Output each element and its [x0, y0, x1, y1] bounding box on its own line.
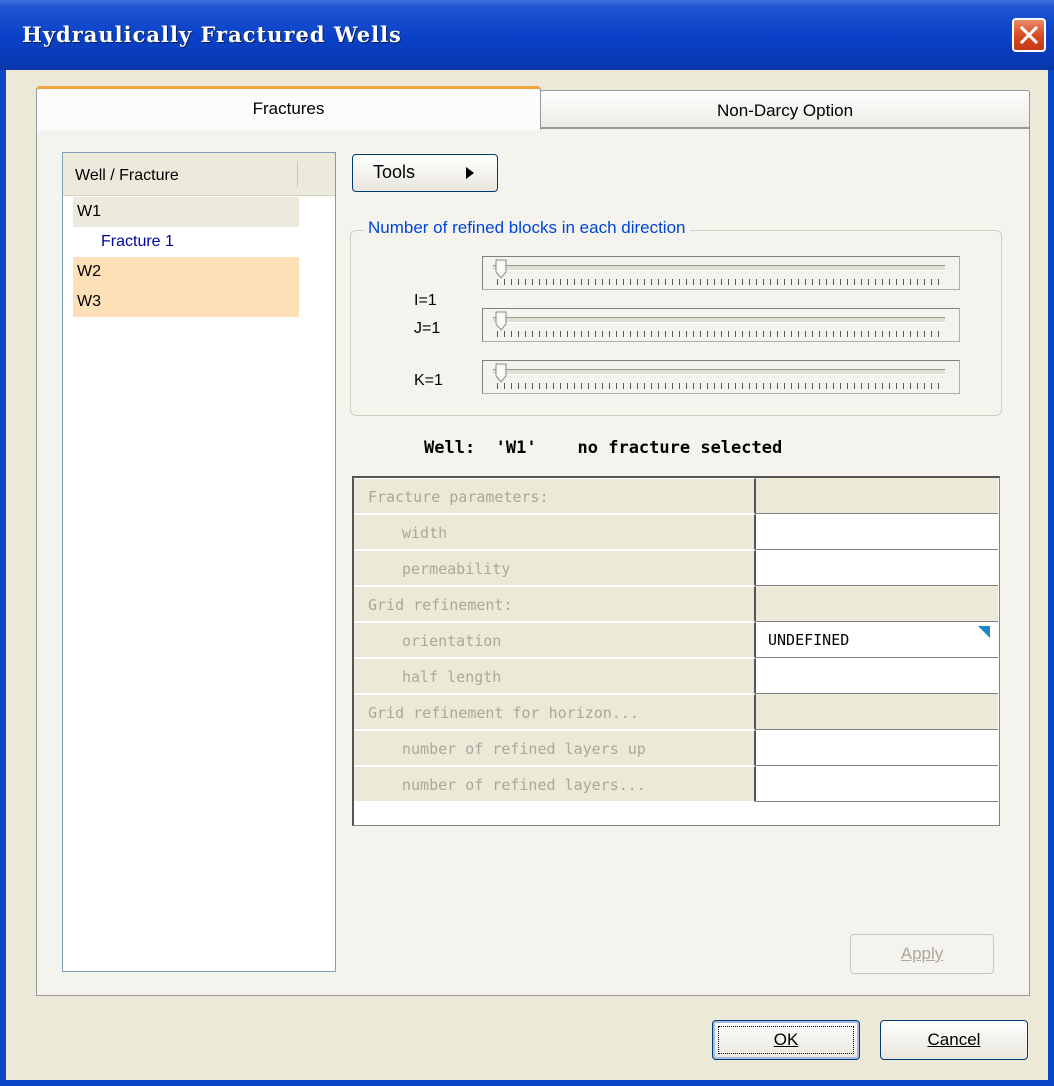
grid-row[interactable]: number of refined layers... [354, 766, 998, 802]
slider-ticks [497, 279, 945, 285]
width-value[interactable] [756, 514, 998, 550]
tools-button[interactable]: Tools [352, 154, 498, 192]
window-frame-left [0, 70, 6, 1086]
apply-button-label: Apply [900, 944, 944, 963]
slider-k[interactable] [482, 360, 960, 394]
close-button[interactable] [1012, 18, 1046, 52]
grid-row[interactable]: Grid refinement for horizon... [354, 694, 998, 730]
orientation-value: UNDEFINED [768, 631, 850, 649]
slider-track [493, 369, 945, 375]
slider-j-label: J=1 [414, 320, 441, 337]
tab-non-darcy-option[interactable]: Non-Darcy Option [540, 90, 1030, 128]
grid-property-name: width [354, 514, 756, 550]
title-bar[interactable]: Hydraulically Fractured Wells [0, 0, 1054, 70]
window-frame-bottom [0, 1080, 1054, 1086]
grid-row[interactable]: permeability [354, 550, 998, 586]
grid-category-name: Fracture parameters: [354, 478, 756, 514]
grid-property-name: permeability [354, 550, 756, 586]
slider-i[interactable] [482, 256, 960, 290]
permeability-value[interactable] [756, 550, 998, 586]
window-frame-right [1048, 70, 1054, 1086]
slider-thumb-icon[interactable] [495, 311, 507, 331]
tree-column-header[interactable]: Well / Fracture [63, 153, 335, 196]
grid-category-value [756, 586, 998, 622]
grid-category-name: Grid refinement: [354, 586, 756, 622]
cancel-button-label: Cancel [927, 1030, 981, 1049]
focus-rectangle [718, 1026, 854, 1054]
ok-button[interactable]: OK [712, 1020, 860, 1060]
slider-ticks [497, 383, 945, 389]
tree-item-w3[interactable]: W3 [73, 287, 299, 317]
well-fracture-tree[interactable]: Well / Fracture W1 Fracture 1 W2 W3 [62, 152, 336, 972]
slider-j[interactable] [482, 308, 960, 342]
apply-button[interactable]: Apply [850, 934, 994, 974]
slider-track [493, 265, 945, 271]
refined-layers-down-value[interactable] [756, 766, 998, 802]
tree-item-w1[interactable]: W1 [73, 197, 299, 227]
orientation-dropdown[interactable]: UNDEFINED [756, 622, 998, 658]
grid-category-value [756, 478, 998, 514]
slider-k-label: K=1 [414, 372, 443, 389]
selection-status-text: Well: 'W1' no fracture selected [424, 438, 783, 458]
slider-track [493, 317, 945, 323]
slider-thumb-icon[interactable] [495, 259, 507, 279]
half-length-value[interactable] [756, 658, 998, 694]
close-x-icon [1020, 26, 1038, 44]
arrow-right-icon [466, 167, 474, 179]
column-divider[interactable] [297, 161, 298, 187]
grid-property-name: number of refined layers up [354, 730, 756, 766]
grid-row[interactable]: Fracture parameters: [354, 478, 998, 514]
grid-row[interactable]: orientation UNDEFINED [354, 622, 998, 658]
grid-property-name: number of refined layers... [354, 766, 756, 802]
grid-property-name: half length [354, 658, 756, 694]
dropdown-corner-icon[interactable] [978, 626, 990, 638]
tab-fractures[interactable]: Fractures [36, 86, 541, 130]
grid-row[interactable]: half length [354, 658, 998, 694]
grid-category-name: Grid refinement for horizon... [354, 694, 756, 730]
dialog-window: Hydraulically Fractured Wells Non-Darcy … [0, 0, 1054, 1086]
grid-row[interactable]: width [354, 514, 998, 550]
tree-item-w2[interactable]: W2 [73, 257, 299, 287]
slider-ticks [497, 331, 945, 337]
refined-blocks-title: Number of refined blocks in each directi… [364, 218, 690, 238]
window-title: Hydraulically Fractured Wells [22, 22, 402, 47]
refined-layers-up-value[interactable] [756, 730, 998, 766]
tools-button-label: Tools [373, 162, 416, 182]
slider-i-label: I=1 [414, 292, 437, 309]
tree-item-fracture-1[interactable]: Fracture 1 [73, 227, 299, 257]
grid-row[interactable]: number of refined layers up [354, 730, 998, 766]
grid-property-name: orientation [354, 622, 756, 658]
tree-header-label: Well / Fracture [75, 167, 179, 184]
cancel-button[interactable]: Cancel [880, 1020, 1028, 1060]
grid-category-value [756, 694, 998, 730]
grid-row[interactable]: Grid refinement: [354, 586, 998, 622]
fracture-property-grid[interactable]: Fracture parameters: width permeability … [352, 476, 1000, 826]
slider-thumb-icon[interactable] [495, 363, 507, 383]
